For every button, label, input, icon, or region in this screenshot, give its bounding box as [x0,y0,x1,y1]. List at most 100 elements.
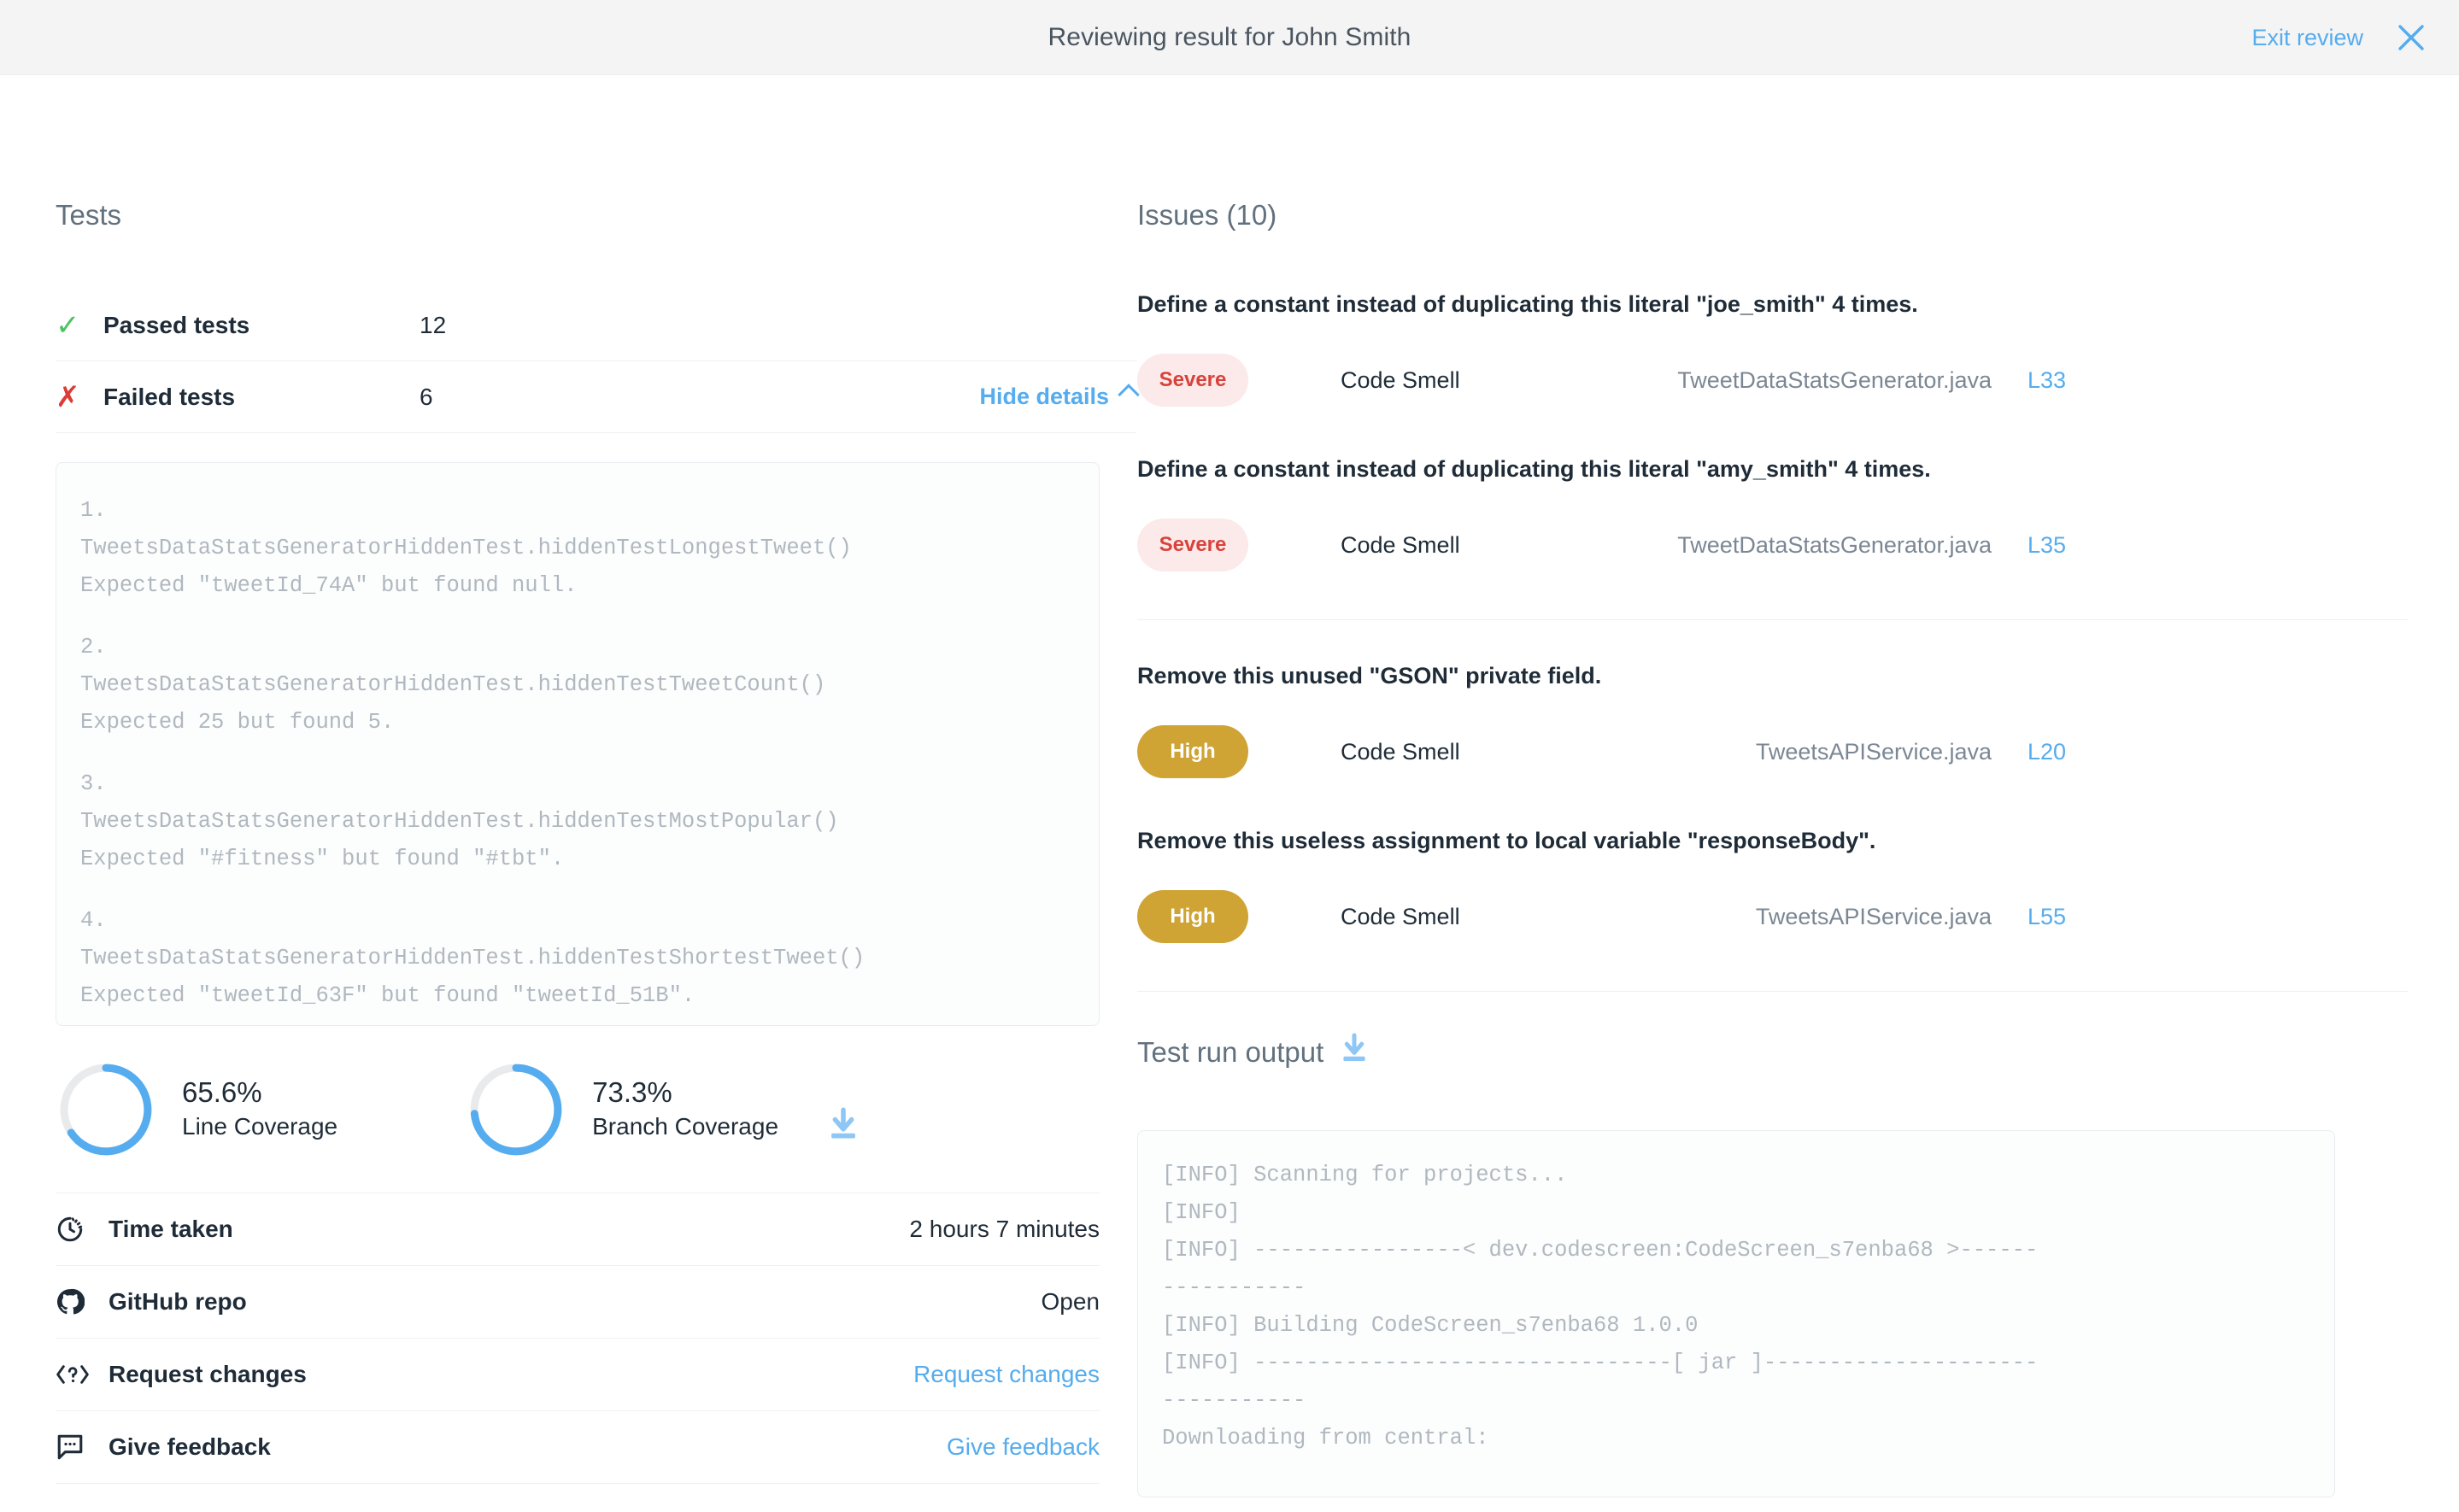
passed-tests-row: ✓ Passed tests 12 [56,290,1136,361]
download-coverage-icon[interactable] [826,1107,860,1147]
failure-message: Expected "#fitness" but found "#tbt". [80,847,565,871]
issue-item[interactable]: Remove this unused "GSON" private field.… [1137,661,2408,826]
close-icon[interactable] [2392,19,2430,56]
failure-item: 3. TweetsDataStatsGeneratorHiddenTest.hi… [80,765,1075,878]
failure-item: 1. TweetsDataStatsGeneratorHiddenTest.hi… [80,492,1075,605]
info-value: Open [1041,1288,1100,1315]
info-label: Give feedback [109,1433,271,1460]
failed-tests-row: ✗ Failed tests 6 Hide details [56,361,1140,433]
failure-test-name: TweetsDataStatsGeneratorHiddenTest.hidde… [80,809,839,834]
issues-panel: Issues (10) Define a constant instead of… [1136,75,2459,1512]
review-body: Tests ✓ Passed tests 12 ✗ Failed tests 6… [0,75,2459,1512]
issue-meta: Severe Code Smell TweetDataStatsGenerato… [1137,350,2408,410]
tests-section-title: Tests [56,199,122,231]
issue-type: Code Smell [1341,531,1460,558]
line-coverage-label: Line Coverage [182,1112,338,1140]
console-line: [INFO] Building CodeScreen_s7enba68 1.0.… [1162,1313,1699,1339]
failure-index: 1. [80,498,107,523]
status-badge: High [1137,890,1248,944]
hide-details-toggle[interactable]: Hide details [979,383,1140,410]
cross-icon: ✗ [56,380,80,413]
issue-type: Code Smell [1341,738,1460,765]
status-badge: Severe [1137,519,1248,572]
issue-line-link[interactable]: L55 [2028,904,2066,930]
test-run-output-console[interactable]: [INFO] Scanning for projects... [INFO] [… [1137,1130,2335,1498]
test-run-output-title: Test run output [1137,1036,1324,1069]
exit-review-button[interactable]: Exit review [2251,25,2363,51]
passed-tests-label: Passed tests [103,311,250,338]
issue-type: Code Smell [1341,903,1460,929]
console-line: [INFO] --------------------------------[… [1162,1351,2039,1376]
failure-message: Expected "tweetId_74A" but found null. [80,573,578,598]
failure-index: 2. [80,635,107,659]
issue-meta: High Code Smell TweetsAPIService.java L2… [1137,722,2408,782]
give-feedback-link[interactable]: Give feedback [947,1433,1100,1461]
issues-section-title: Issues (10) [1137,199,1277,231]
failure-item: 4. TweetsDataStatsGeneratorHiddenTest.hi… [80,902,1075,1015]
issue-line-link[interactable]: L33 [2028,367,2066,394]
coverage-summary: 65.6% Line Coverage 73.3% Branch Coverag… [56,1064,1100,1193]
header-actions: Exit review [2251,0,2430,75]
issue-meta: High Code Smell TweetsAPIService.java L5… [1137,887,2408,946]
failure-index: 4. [80,908,107,933]
line-coverage-text: 65.6% Line Coverage [182,1075,337,1145]
status-badge: Severe [1137,354,1248,407]
check-icon: ✓ [56,308,80,342]
console-line: [INFO] ----------------< dev.codescreen:… [1162,1238,2039,1263]
issue-title: Define a constant instead of duplicating… [1137,291,1918,317]
timer-icon [56,1215,109,1244]
branch-coverage-donut [470,1064,562,1155]
failed-tests-label: Failed tests [103,383,236,410]
console-line: ----------- [1162,1275,1306,1301]
issue-title: Remove this unused "GSON" private field. [1137,663,1602,689]
divider [1137,991,2408,993]
issue-item[interactable]: Define a constant instead of duplicating… [1137,454,2408,619]
issue-line-link[interactable]: L20 [2028,739,2066,765]
status-badge: High [1137,725,1248,779]
test-run-output-header: Test run output [1137,1033,2408,1072]
download-output-icon[interactable] [1339,1033,1370,1072]
chevron-up-icon [1118,383,1140,406]
info-label: Request changes [109,1361,307,1387]
passed-tests-count: 12 [420,311,447,338]
issue-file: TweetDataStatsGenerator.java [1677,366,1992,393]
console-line: Downloading from central: [1162,1426,1489,1451]
failure-test-name: TweetsDataStatsGeneratorHiddenTest.hidde… [80,536,852,560]
info-row-give-feedback[interactable]: Give feedback Give feedback [56,1411,1100,1484]
line-coverage-percent: 65.6% [182,1075,262,1108]
failed-tests-count: 6 [420,383,433,410]
issue-file: TweetsAPIService.java [1755,903,1992,929]
branch-coverage-label: Branch Coverage [592,1112,779,1140]
github-icon [56,1287,109,1316]
request-changes-link[interactable]: Request changes [913,1361,1100,1388]
info-row-request-changes[interactable]: Request changes Request changes [56,1339,1100,1411]
issue-title: Remove this useless assignment to local … [1137,828,1876,854]
failure-test-name: TweetsDataStatsGeneratorHiddenTest.hidde… [80,946,866,970]
issue-meta: Severe Code Smell TweetDataStatsGenerato… [1137,515,2408,575]
code-icon [56,1362,109,1387]
issue-file: TweetDataStatsGenerator.java [1677,531,1992,558]
failure-item: 2. TweetsDataStatsGeneratorHiddenTest.hi… [80,629,1075,741]
failed-tests-details[interactable]: 1. TweetsDataStatsGeneratorHiddenTest.hi… [56,462,1100,1026]
tests-panel: Tests ✓ Passed tests 12 ✗ Failed tests 6… [0,75,1140,1512]
failure-message: Expected 25 but found 5. [80,710,395,735]
comment-icon [56,1433,109,1461]
review-header-bar: Reviewing result for John Smith Exit rev… [0,0,2459,75]
issue-line-link[interactable]: L35 [2028,532,2066,559]
branch-coverage-widget: 73.3% Branch Coverage [466,1059,778,1160]
issue-item[interactable]: Define a constant instead of duplicating… [1137,290,2408,454]
hide-details-label: Hide details [979,384,1109,409]
failure-index: 3. [80,771,107,796]
branch-coverage-text: 73.3% Branch Coverage [592,1075,778,1145]
issue-type: Code Smell [1341,366,1460,393]
failure-message: Expected "tweetId_63F" but found "tweetI… [80,983,695,1008]
info-label: Time taken [109,1216,233,1242]
console-line: ----------- [1162,1388,1306,1414]
issue-title: Define a constant instead of duplicating… [1137,456,1931,483]
info-row-github-repo: GitHub repo Open [56,1266,1100,1339]
issue-file: TweetsAPIService.java [1755,738,1992,765]
failure-test-name: TweetsDataStatsGeneratorHiddenTest.hidde… [80,672,826,697]
branch-coverage-percent: 73.3% [592,1075,672,1108]
issue-item[interactable]: Remove this useless assignment to local … [1137,826,2408,991]
line-coverage-widget: 65.6% Line Coverage [56,1059,337,1160]
